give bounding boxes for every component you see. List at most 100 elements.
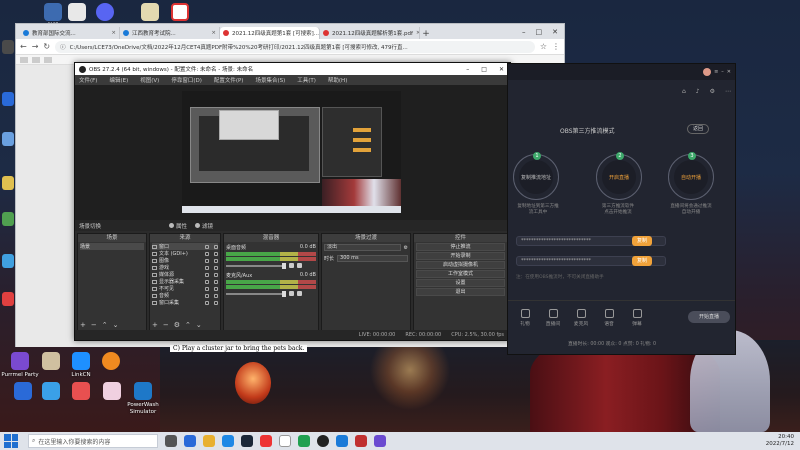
back-button[interactable]: 返回 <box>687 124 709 134</box>
menu-profile[interactable]: 配置文件(P) <box>214 76 244 84</box>
maximize-icon[interactable]: □ <box>536 28 543 36</box>
copy-key-button[interactable]: 复制 <box>632 256 652 266</box>
eye-icon[interactable] <box>205 258 209 263</box>
forward-icon[interactable]: → <box>32 42 39 51</box>
taskbar-app-icon[interactable] <box>336 435 348 447</box>
menu-icon[interactable]: ⋮ <box>552 42 560 51</box>
taskbar-app-icon[interactable] <box>374 435 386 447</box>
menu-scene-collection[interactable]: 场景集合(S) <box>255 76 285 84</box>
gear-icon[interactable] <box>297 291 302 296</box>
transition-select[interactable]: 淡出 <box>324 244 401 251</box>
tool-danmaku[interactable]: 弹幕 <box>626 309 648 327</box>
minimize-icon[interactable]: – <box>721 69 724 75</box>
eye-icon[interactable] <box>205 293 209 298</box>
desktop-icon-app-c[interactable] <box>66 382 96 400</box>
lock-icon[interactable] <box>214 258 218 263</box>
minimize-icon[interactable]: – <box>522 28 526 36</box>
bell-icon[interactable]: ♪ <box>696 88 700 95</box>
lock-icon[interactable] <box>214 272 218 277</box>
lock-icon[interactable] <box>214 244 218 249</box>
scene-item[interactable]: 场景 <box>80 243 144 250</box>
lock-icon[interactable] <box>214 286 218 291</box>
source-item[interactable]: 不可见 <box>152 285 218 292</box>
source-item[interactable]: 音频 <box>152 292 218 299</box>
reload-icon[interactable]: ↻ <box>43 42 50 51</box>
chrome-icon[interactable] <box>260 435 272 447</box>
steam-icon[interactable] <box>241 435 253 447</box>
url-field[interactable]: ⓘ C:/Users/LCE73/OneDrive/文档/2022年12月CET… <box>55 40 535 53</box>
copy-server-button[interactable]: 复制 <box>632 236 652 246</box>
tool-gift[interactable]: 礼物 <box>514 309 536 327</box>
menu-help[interactable]: 帮助(H) <box>328 76 347 84</box>
source-item[interactable]: 媒体源 <box>152 271 218 278</box>
browser-tab-3[interactable]: 2021.12四级真题第1套 [可搜索]... × <box>220 27 320 39</box>
source-item[interactable]: 游戏 <box>152 264 218 271</box>
maximize-icon[interactable]: □ <box>481 66 487 73</box>
eye-icon[interactable] <box>205 265 209 270</box>
properties-toggle[interactable]: 属性 <box>169 222 187 230</box>
down-icon[interactable]: ⌄ <box>196 321 202 329</box>
tool-mic[interactable]: 麦克风 <box>570 309 592 327</box>
pdf-tool[interactable] <box>32 56 40 63</box>
pdf-tool[interactable] <box>44 56 52 63</box>
studio-mode-button[interactable]: 工作室模式 <box>416 270 505 278</box>
desktop-icon-left-5[interactable] <box>2 212 14 226</box>
obs-taskbar-icon[interactable] <box>317 435 329 447</box>
browser-tab-1[interactable]: 教育部国际交流... × <box>20 27 120 39</box>
taskbar-app-icon[interactable] <box>184 435 196 447</box>
virtual-camera-button[interactable]: 启动虚拟摄像机 <box>416 261 505 269</box>
close-icon[interactable]: ✕ <box>499 66 504 73</box>
back-icon[interactable]: ← <box>20 42 27 51</box>
eye-icon[interactable] <box>205 286 209 291</box>
slider-handle[interactable] <box>282 262 286 269</box>
pdf-tool[interactable] <box>20 56 28 63</box>
lock-icon[interactable] <box>214 251 218 256</box>
source-item[interactable]: 窗口 <box>152 243 218 250</box>
start-live-button[interactable]: 开始直播 <box>688 311 730 323</box>
up-icon[interactable]: ⌃ <box>102 321 108 329</box>
menu-docks[interactable]: 停靠窗口(D) <box>171 76 202 84</box>
minimize-icon[interactable]: – <box>466 66 469 73</box>
system-tray-clock[interactable]: 20:40 2022/7/12 <box>766 434 794 448</box>
desktop-icon-overwatch[interactable] <box>96 352 126 370</box>
desktop-icon-folder[interactable] <box>135 3 165 21</box>
desktop-icon-left-2[interactable] <box>2 92 14 106</box>
up-icon[interactable]: ⌃ <box>185 321 191 329</box>
stop-streaming-button[interactable]: 停止推流 <box>416 243 505 251</box>
source-item[interactable]: 显示器采集 <box>152 278 218 285</box>
tool-room[interactable]: 直播间 <box>542 309 564 327</box>
add-icon[interactable]: + <box>80 321 86 329</box>
desktop-icon-left-6[interactable] <box>2 254 14 268</box>
close-icon[interactable]: ✕ <box>727 69 731 75</box>
gear-icon[interactable]: ⚙ <box>710 88 715 95</box>
filters-toggle[interactable]: 滤镜 <box>195 222 213 230</box>
remove-icon[interactable]: − <box>163 321 169 329</box>
desktop-icon-left-1[interactable] <box>2 40 14 54</box>
home-icon[interactable]: ⌂ <box>682 88 686 95</box>
close-icon[interactable]: × <box>211 30 216 36</box>
gear-icon[interactable]: ⚙ <box>404 245 408 251</box>
desktop-icon-discord[interactable] <box>90 3 120 21</box>
source-item[interactable]: 文本 (GDI+) <box>152 250 218 257</box>
gear-icon[interactable]: ⚙ <box>174 321 180 329</box>
obs-preview-canvas[interactable] <box>182 91 401 213</box>
menu-edit[interactable]: 编辑(E) <box>109 76 128 84</box>
desktop-icon-app-a[interactable] <box>8 382 38 400</box>
close-icon[interactable]: × <box>111 30 116 36</box>
windows-start-icon[interactable] <box>4 434 18 448</box>
tool-voice[interactable]: 语音 <box>598 309 620 327</box>
taskbar-app-icon[interactable] <box>298 435 310 447</box>
eye-icon[interactable] <box>205 272 209 277</box>
menu-view[interactable]: 视图(V) <box>140 76 159 84</box>
desktop-icon-powerwash[interactable]: PowerWash Simulator <box>127 382 159 416</box>
eye-icon[interactable] <box>205 251 209 256</box>
lock-icon[interactable] <box>214 265 218 270</box>
browser-tab-2[interactable]: 江西教育考试院... × <box>120 27 220 39</box>
source-item[interactable]: 图像 <box>152 257 218 264</box>
speaker-icon[interactable] <box>289 291 294 296</box>
speaker-icon[interactable] <box>289 263 294 268</box>
desktop-icon-pdf[interactable] <box>165 3 195 21</box>
task-view-icon[interactable] <box>165 435 177 447</box>
down-icon[interactable]: ⌄ <box>113 321 119 329</box>
avatar[interactable] <box>703 68 712 76</box>
